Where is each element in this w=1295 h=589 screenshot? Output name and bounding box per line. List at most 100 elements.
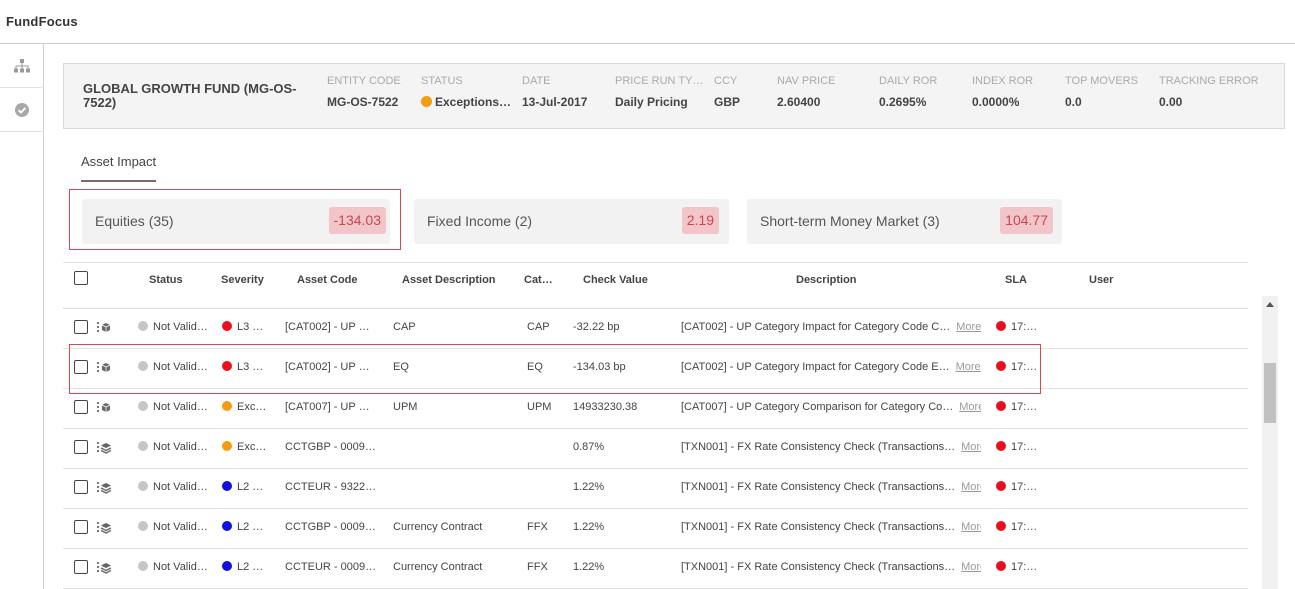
category-cell: EQ: [527, 361, 543, 373]
row-checkbox[interactable]: [74, 560, 88, 574]
table-row[interactable]: Not Valid… L2 … CCTEUR - 0009… Currency Con…: [63, 549, 1248, 589]
row-checkbox[interactable]: [74, 520, 88, 534]
table-row[interactable]: Not Valid… Exc… [CAT007] - UP … UPM UPM 14933…: [63, 389, 1248, 429]
status-text: Not Valid…: [153, 361, 208, 373]
header-description[interactable]: Description: [796, 274, 857, 286]
severity-dot-icon: [222, 361, 232, 371]
asset-description-cell: UPM: [393, 401, 418, 413]
category-card-equities[interactable]: Equities (35) -134.03: [82, 199, 390, 244]
scroll-up-arrow-icon[interactable]: [1266, 302, 1274, 307]
table-row[interactable]: Not Valid… Exc… CCTGBP - 0009… 0.87% [TXN001…: [63, 429, 1248, 469]
status-text: Not Valid…: [153, 521, 208, 533]
field-value: 0.0: [1065, 95, 1082, 109]
severity-dot-icon: [222, 401, 232, 411]
row-checkbox[interactable]: [74, 480, 88, 494]
more-link[interactable]: More: [956, 321, 981, 333]
row-checkbox[interactable]: [74, 320, 88, 334]
status-cell: Not Valid…: [138, 361, 210, 373]
description-cell: [TXN001] - FX Rate Consistency Check (Tr…: [681, 521, 981, 533]
category-card-fixed-income[interactable]: Fixed Income (2) 2.19: [414, 199, 729, 244]
header-status[interactable]: Status: [149, 274, 183, 286]
asset-description-cell: EQ: [393, 361, 409, 373]
status-cell: Not Valid…: [138, 441, 210, 453]
description-cell: [CAT002] - UP Category Impact for Catego…: [681, 321, 981, 333]
check-circle-icon: [14, 102, 30, 118]
severity-dot-icon: [222, 561, 232, 571]
table-row[interactable]: Not Valid… L2 … CCTGBP - 0009… Currency Con…: [63, 509, 1248, 549]
description-text: [CAT002] - UP Category Impact for Catego…: [681, 321, 951, 333]
category-card-short-term-money-market[interactable]: Short-term Money Market (3) 104.77: [747, 199, 1062, 244]
description-text: [CAT007] - UP Category Comparison for Ca…: [681, 401, 954, 413]
severity-dot-icon: [222, 481, 232, 491]
status-cell: Not Valid…: [138, 401, 210, 413]
sla-text: 17:…: [1011, 481, 1038, 493]
row-checkbox[interactable]: [74, 360, 88, 374]
table-row[interactable]: Not Valid… L3 … [CAT002] - UP … EQ EQ -134.03…: [63, 349, 1248, 389]
more-link[interactable]: More: [961, 441, 981, 453]
sla-text: 17:…: [1011, 361, 1038, 373]
asset-description-cell: CAP: [393, 321, 416, 333]
status-text: Not Valid…: [153, 401, 208, 413]
select-all-checkbox[interactable]: [74, 271, 88, 285]
vertical-scrollbar[interactable]: [1262, 296, 1278, 589]
sla-dot-icon: [996, 521, 1006, 531]
check-value-cell: -32.22 bp: [573, 321, 620, 333]
layers-icon[interactable]: [96, 441, 112, 458]
table-row[interactable]: Not Valid… L3 … [CAT002] - UP … CAP CAP -32.2…: [63, 309, 1248, 349]
layers-icon[interactable]: [96, 481, 112, 498]
check-value-cell: 1.22%: [573, 561, 605, 573]
asset-code-cell: [CAT007] - UP …: [285, 401, 370, 413]
tab-asset-impact[interactable]: Asset Impact: [81, 154, 156, 169]
status-dot-icon: [138, 401, 148, 411]
layers-icon[interactable]: [96, 521, 112, 538]
header-check-value[interactable]: Check Value: [583, 274, 648, 286]
severity-text: L2 …: [237, 561, 264, 573]
layers-icon[interactable]: [96, 561, 112, 578]
cube-icon[interactable]: [96, 321, 112, 338]
asset-code-cell: CCTEUR - 0009…: [285, 561, 377, 573]
rail-hierarchy-button[interactable]: [0, 44, 44, 88]
sla-dot-icon: [996, 441, 1006, 451]
header-sla[interactable]: SLA: [1005, 274, 1027, 286]
severity-dot-icon: [222, 321, 232, 331]
row-checkbox[interactable]: [74, 440, 88, 454]
header-user[interactable]: User: [1089, 274, 1113, 286]
cube-icon[interactable]: [96, 361, 112, 378]
field-label: CCY: [714, 75, 738, 87]
field-label: DATE: [522, 75, 551, 87]
table-row[interactable]: Not Valid… L2 … CCTEUR - 9322… 1.22% [TXN001…: [63, 469, 1248, 509]
field-label: ENTITY CODE: [327, 75, 401, 87]
sla-text: 17:…: [1011, 521, 1038, 533]
daily-ror-field: DAILY ROR 0.2695%: [879, 75, 937, 109]
more-link[interactable]: More: [961, 521, 981, 533]
cube-icon[interactable]: [96, 401, 112, 418]
header-severity[interactable]: Severity: [221, 274, 264, 286]
more-link[interactable]: More: [961, 561, 981, 573]
description-text: [TXN001] - FX Rate Consistency Check (Tr…: [681, 481, 956, 493]
header-category[interactable]: Cat…: [524, 274, 553, 286]
severity-text: Exc…: [237, 441, 267, 453]
rail-check-button[interactable]: [0, 88, 44, 132]
field-label: PRICE RUN TY…: [615, 75, 704, 87]
category-label: Short-term Money Market (3): [760, 213, 940, 229]
field-value: 2.60400: [777, 95, 821, 109]
severity-dot-icon: [222, 521, 232, 531]
scrollbar-thumb[interactable]: [1264, 363, 1276, 423]
more-link[interactable]: More: [959, 401, 981, 413]
field-value: MG-OS-7522: [327, 95, 399, 109]
header-asset-code[interactable]: Asset Code: [297, 274, 358, 286]
header-asset-description[interactable]: Asset Description: [402, 274, 496, 286]
row-checkbox[interactable]: [74, 400, 88, 414]
category-label: Equities (35): [95, 213, 174, 229]
tracking-error-field: TRACKING ERROR 0.00: [1159, 75, 1259, 109]
sla-cell: 17:…: [996, 401, 1056, 413]
sla-dot-icon: [996, 361, 1006, 371]
more-link[interactable]: More: [961, 481, 981, 493]
sla-cell: 17:…: [996, 321, 1056, 333]
fund-summary-card: GLOBAL GROWTH FUND (MG-OS-7522) ENTITY C…: [63, 63, 1285, 129]
asset-code-cell: CCTEUR - 9322…: [285, 481, 377, 493]
more-link[interactable]: More: [956, 361, 981, 373]
field-value: 0.2695%: [879, 95, 927, 109]
category-label: Fixed Income (2): [427, 213, 533, 229]
severity-text: L3 …: [237, 321, 264, 333]
